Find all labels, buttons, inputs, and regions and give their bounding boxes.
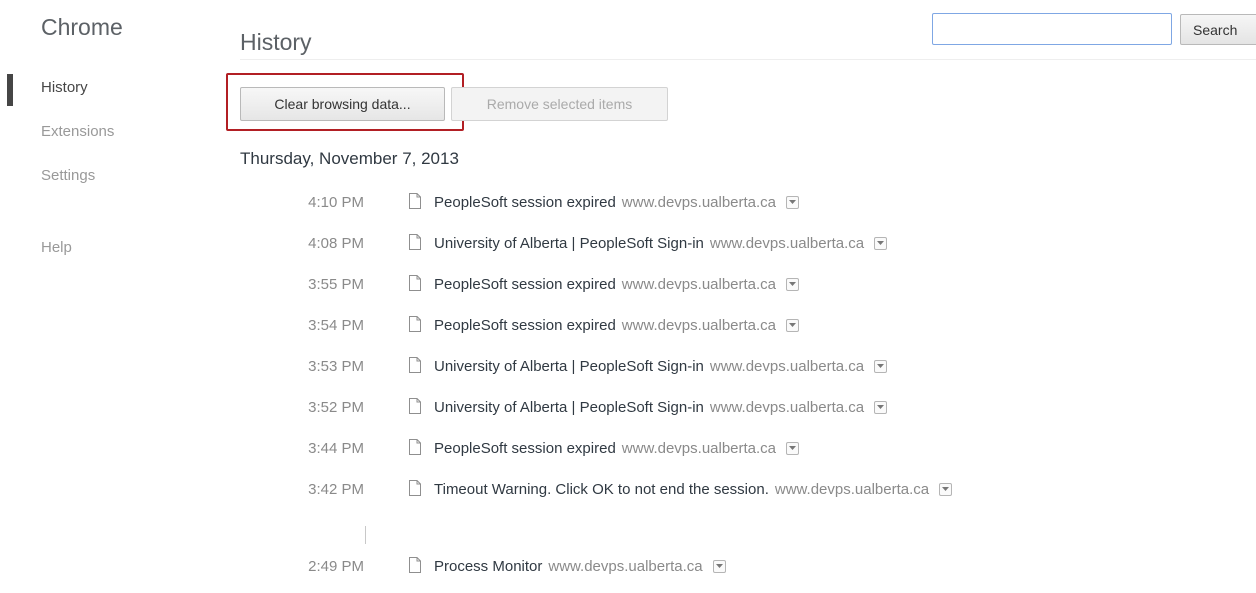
history-entry: 3:53 PM University of Alberta | PeopleSo… [0,352,1256,393]
chevron-down-icon [789,323,797,327]
entry-menu-button[interactable] [786,319,800,332]
entry-domain: www.devps.ualberta.ca [709,235,865,252]
sidebar-item-history[interactable]: History [0,74,200,120]
entry-menu-button[interactable] [874,237,888,250]
chevron-down-icon [877,241,885,245]
entry-domain: www.devps.ualberta.ca [774,481,930,498]
entry-time: 3:44 PM [308,440,364,457]
entry-domain: www.devps.ualberta.ca [709,399,865,416]
chevron-down-icon [789,200,797,204]
chevron-down-icon [715,564,723,568]
search-button[interactable]: Search [1180,14,1256,45]
search-input[interactable] [932,13,1172,45]
history-entry: 3:55 PM PeopleSoft session expired www.de… [0,270,1256,311]
page-icon [409,357,421,373]
entry-menu-button[interactable] [786,278,800,291]
chevron-down-icon [877,364,885,368]
title-divider [240,59,1256,60]
remove-selected-items-button[interactable]: Remove selected items [451,87,668,121]
entry-domain: www.devps.ualberta.ca [548,558,703,575]
entry-domain: www.devps.ualberta.ca [709,358,865,375]
page-icon [409,557,421,573]
history-entry: 2:49 PM Process Monitor www.devps.ualbert… [0,552,1256,593]
entry-menu-button[interactable] [712,560,726,573]
entry-domain: www.devps.ualberta.ca [621,440,777,457]
entry-menu-button[interactable] [786,196,800,209]
day-header: Thursday, November 7, 2013 [240,149,459,168]
history-entry: 4:10 PM PeopleSoft session expired www.de… [0,188,1256,229]
entry-title-link[interactable]: Process Monitor [434,558,542,575]
entry-menu-button[interactable] [786,442,800,455]
chevron-down-icon [789,446,797,450]
entry-domain: www.devps.ualberta.ca [621,317,777,334]
page-icon [409,234,421,250]
entry-time: 4:08 PM [308,235,364,252]
history-entry: 3:44 PM PeopleSoft session expired www.de… [0,434,1256,475]
entry-time: 3:53 PM [308,358,364,375]
page-icon [409,439,421,455]
entry-title-link[interactable]: University of Alberta | PeopleSoft Sign-… [434,399,704,416]
chevron-down-icon [942,487,950,491]
history-list: 4:10 PM PeopleSoft session expired www.de… [0,188,1256,516]
entry-title-link[interactable]: PeopleSoft session expired [434,276,616,293]
page-title: History [240,29,312,56]
sidebar-item-extensions[interactable]: Extensions [0,120,200,164]
chevron-down-icon [789,282,797,286]
chevron-down-icon [877,405,885,409]
entry-title-link[interactable]: PeopleSoft session expired [434,194,616,211]
entry-menu-button[interactable] [939,483,953,496]
entry-title-link[interactable]: University of Alberta | PeopleSoft Sign-… [434,358,704,375]
history-entry: 3:52 PM University of Alberta | PeopleSo… [0,393,1256,434]
history-entry: 3:54 PM PeopleSoft session expired www.de… [0,311,1256,352]
entry-domain: www.devps.ualberta.ca [621,194,777,211]
entry-time: 3:52 PM [308,399,364,416]
entry-title-link[interactable]: University of Alberta | PeopleSoft Sign-… [434,235,704,252]
brand-title: Chrome [41,14,123,40]
entry-time: 3:54 PM [308,317,364,334]
entry-time: 3:55 PM [308,276,364,293]
page-icon [409,480,421,496]
page-icon [409,275,421,291]
page-icon [409,398,421,414]
history-entry: 3:42 PM Timeout Warning. Click OK to not… [0,475,1256,516]
entry-time: 2:49 PM [308,558,364,575]
entry-time: 3:42 PM [308,481,364,498]
entry-title-link[interactable]: PeopleSoft session expired [434,440,616,457]
clear-browsing-data-button[interactable]: Clear browsing data... [240,87,445,121]
entry-title-link[interactable]: Timeout Warning. Click OK to not end the… [434,481,769,498]
time-gap-marker [365,526,366,544]
page-icon [409,316,421,332]
entry-menu-button[interactable] [874,360,888,373]
page-icon [409,193,421,209]
entry-domain: www.devps.ualberta.ca [621,276,777,293]
entry-title-link[interactable]: PeopleSoft session expired [434,317,616,334]
history-entry: 4:08 PM University of Alberta | PeopleSo… [0,229,1256,270]
entry-menu-button[interactable] [874,401,888,414]
entry-time: 4:10 PM [308,194,364,211]
